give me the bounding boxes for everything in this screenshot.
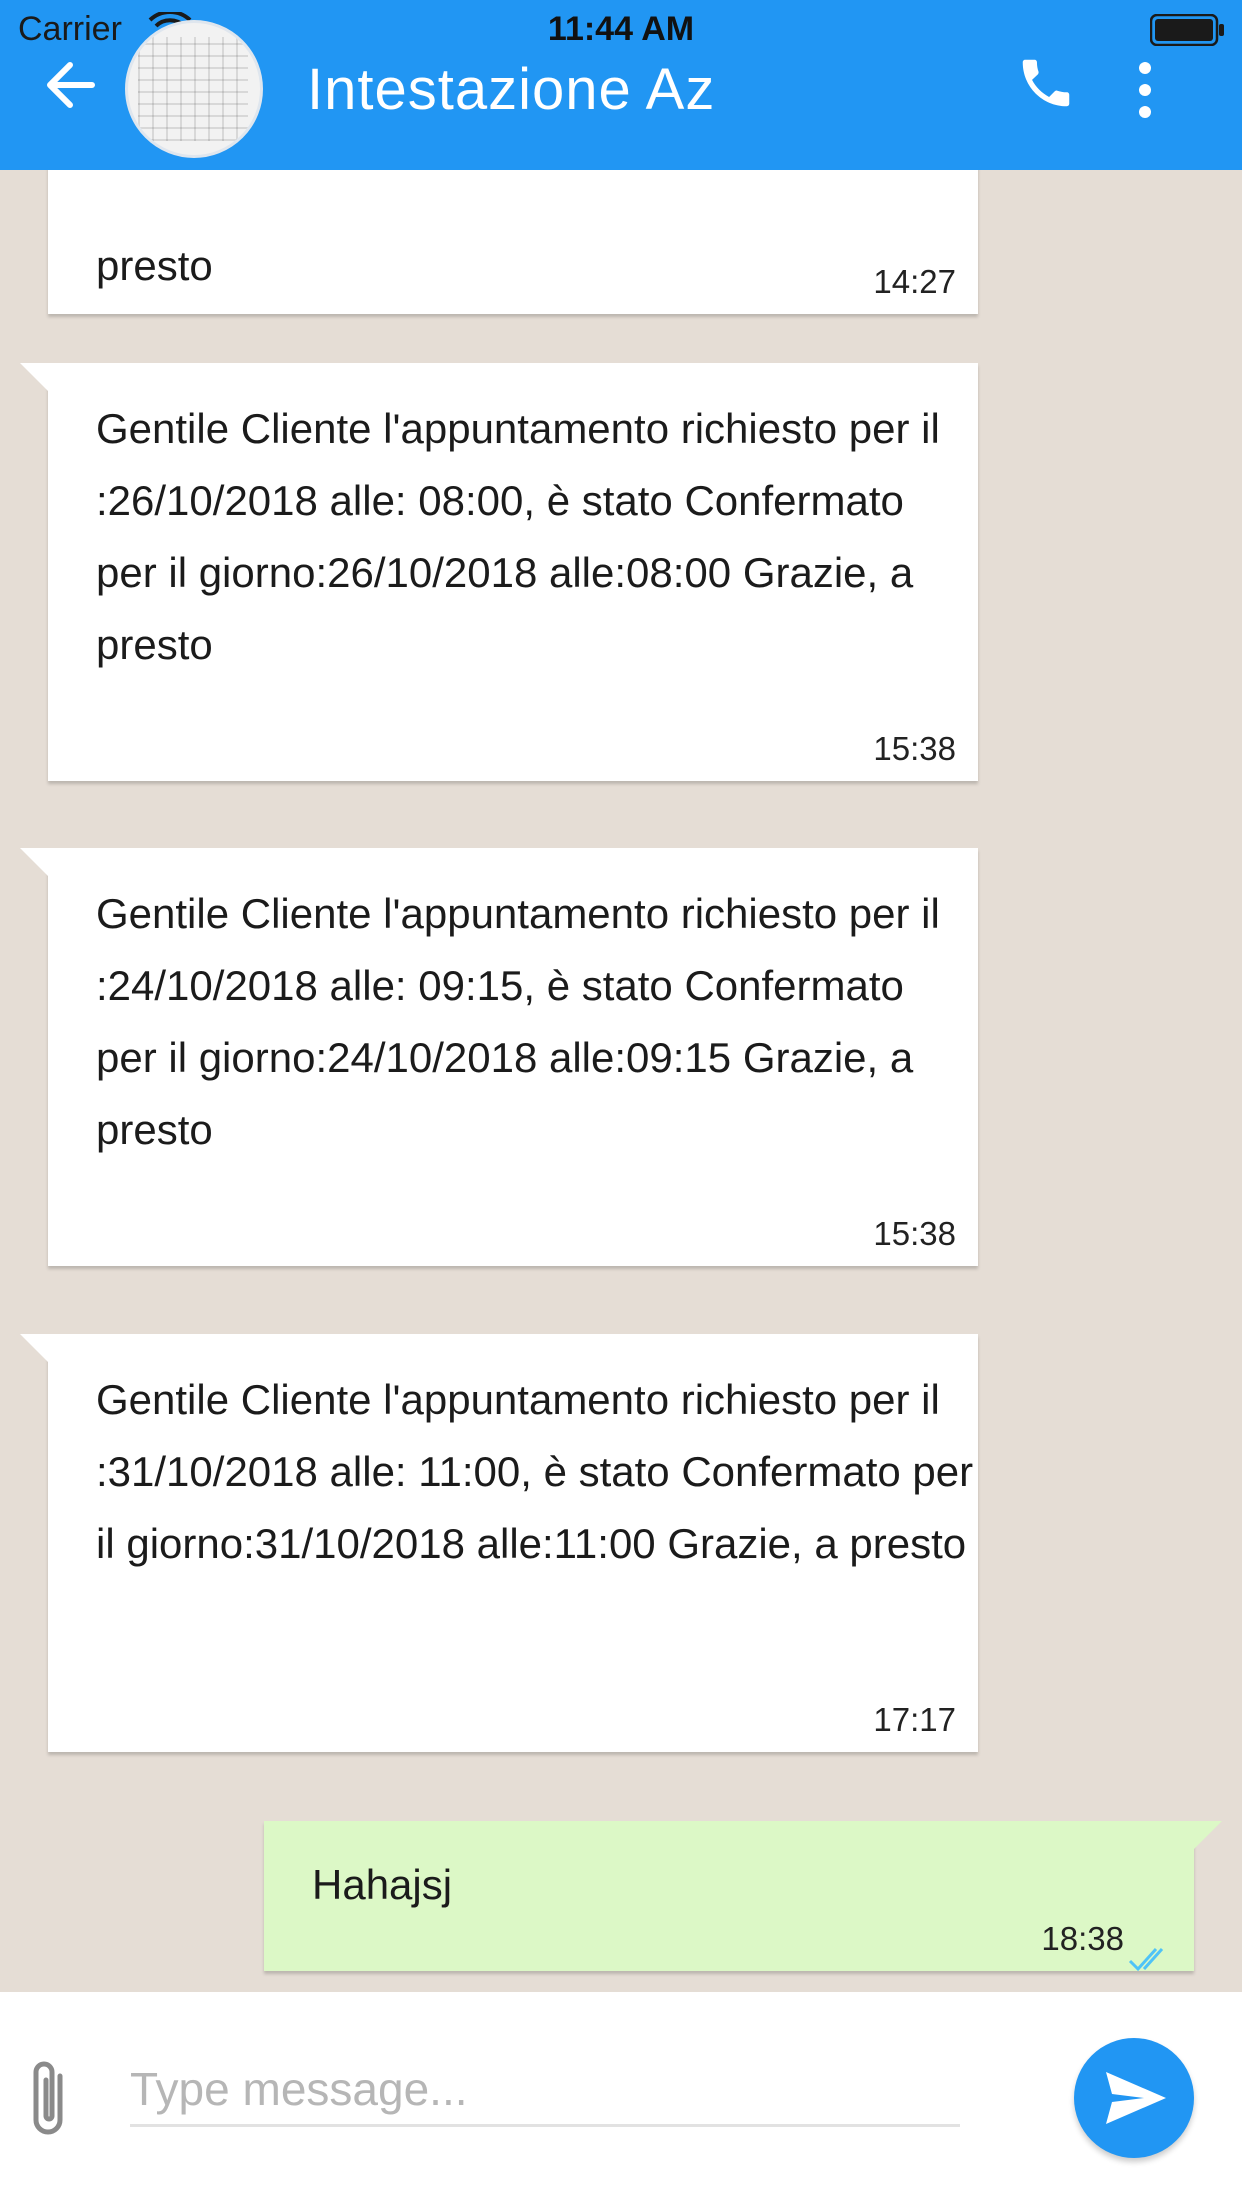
back-button[interactable] <box>40 55 120 125</box>
message-time: 18:38 <box>1041 1920 1124 1957</box>
call-button[interactable] <box>1015 52 1085 122</box>
message-bubble-incoming[interactable]: presto 14:27 <box>48 170 978 314</box>
contact-avatar[interactable] <box>125 20 263 158</box>
message-time: 17:17 <box>873 1701 956 1738</box>
send-button[interactable] <box>1074 2038 1194 2158</box>
message-composer <box>0 1992 1242 2208</box>
message-text: presto <box>96 242 213 289</box>
message-input[interactable] <box>130 2054 960 2127</box>
message-bubble-outgoing[interactable]: Hahajsj 18:38 <box>264 1821 1222 1972</box>
read-double-check-icon <box>1128 1925 1172 1972</box>
message-bubble-incoming[interactable]: Gentile Cliente l'appuntamento richiesto… <box>20 1334 978 1752</box>
arrow-back-icon <box>47 62 95 108</box>
message-text: Gentile Cliente l'appuntamento richiesto… <box>96 890 940 1153</box>
send-icon <box>1106 2072 1166 2124</box>
message-bubble-incoming[interactable]: Gentile Cliente l'appuntamento richiesto… <box>20 848 978 1266</box>
message-text: Gentile Cliente l'appuntamento richiesto… <box>96 1376 974 1567</box>
avatar-image <box>138 37 248 141</box>
more-options-button[interactable] <box>1130 58 1160 122</box>
message-time: 15:38 <box>873 730 956 767</box>
message-text: Hahajsj <box>312 1861 453 1908</box>
battery-icon <box>1149 13 1224 47</box>
message-bubble-incoming[interactable]: Gentile Cliente l'appuntamento richiesto… <box>20 363 978 781</box>
phone-icon <box>1022 59 1070 107</box>
chat-title[interactable]: Intestazione Az <box>307 56 715 123</box>
app-header: Carrier 11:44 AM Intestazione Az <box>0 0 1242 170</box>
message-time: 15:38 <box>873 1215 956 1252</box>
more-vert-icon <box>1139 62 1151 118</box>
message-text: Gentile Cliente l'appuntamento richiesto… <box>96 405 940 668</box>
message-time: 14:27 <box>873 263 956 300</box>
attach-button[interactable] <box>22 2054 78 2144</box>
paperclip-icon <box>33 2061 63 2135</box>
message-list[interactable]: presto 14:27 Gentile Cliente l'appuntame… <box>0 170 1242 1992</box>
